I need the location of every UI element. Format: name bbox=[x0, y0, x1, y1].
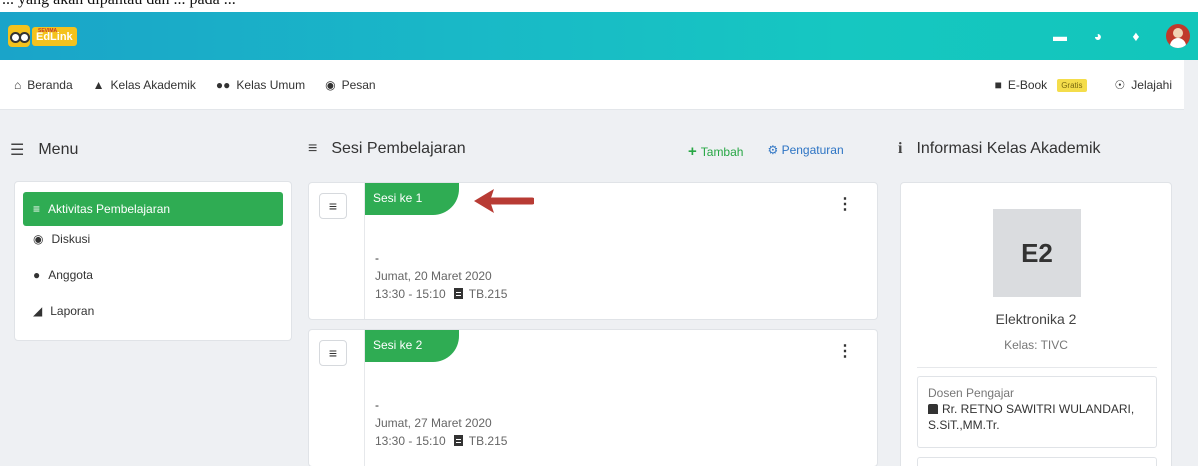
users-icon: ●● bbox=[215, 78, 231, 92]
sesi-menu-button[interactable]: ≡ bbox=[319, 340, 347, 366]
info-heading: i Informasi Kelas Akademik bbox=[898, 140, 1101, 157]
tambah-button[interactable]: + Tambah bbox=[688, 143, 743, 160]
menu-item-laporan[interactable]: ◢ Laporan bbox=[23, 298, 283, 324]
plus-icon: + bbox=[688, 143, 697, 160]
nav-item-ebook[interactable]: ■ E-Book Gratis bbox=[995, 78, 1087, 92]
sesi-menu-button[interactable]: ≡ bbox=[319, 193, 347, 219]
sesi-date: Jumat, 20 Maret 2020 bbox=[375, 269, 492, 283]
divider bbox=[917, 367, 1157, 368]
users-icon: ● bbox=[33, 268, 41, 282]
menu-item-aktivitas-pembelajaran[interactable]: ≡ Aktivitas Pembelajaran bbox=[23, 192, 283, 226]
hamburger-icon: ≡ bbox=[328, 345, 338, 361]
comments-icon: ◉ bbox=[33, 232, 44, 246]
dosen-name: Rr. RETNO SAWITRI WULANDARI, S.SiT.,MM.T… bbox=[928, 402, 1135, 432]
main-navbar: ⌂ Beranda ▲ Kelas Akademik ●● Kelas Umum… bbox=[0, 60, 1184, 110]
card-icon[interactable]: ▬ bbox=[1052, 28, 1068, 44]
gear-icon: ⚙ bbox=[767, 143, 779, 157]
menu-heading: ☰ Menu bbox=[10, 140, 79, 160]
sesi-time: 13:30 - 15:10 bbox=[375, 434, 446, 448]
owl-logo-icon bbox=[8, 25, 30, 47]
menu-card: ≡ Aktivitas Pembelajaran ◉ Diskusi ● Ang… bbox=[14, 181, 292, 341]
sesi-time: 13:30 - 15:10 bbox=[375, 287, 446, 301]
area-chart-icon: ◢ bbox=[33, 304, 43, 318]
teacher-icon bbox=[928, 404, 938, 414]
top-header: SEVIMA EdLink ▬ ◕ ♦ bbox=[0, 12, 1198, 60]
sesi-tab: Sesi ke 1 bbox=[365, 183, 459, 215]
menu-item-anggota[interactable]: ● Anggota bbox=[23, 262, 283, 288]
kebab-menu-icon[interactable]: ⋮ bbox=[837, 344, 853, 360]
pie-chart-icon[interactable]: ◕ bbox=[1090, 28, 1106, 44]
hamburger-icon[interactable]: ☰ bbox=[10, 140, 24, 160]
dosen-title: Dosen Pengajar bbox=[928, 386, 1015, 400]
checklist-icon: ≡ bbox=[308, 140, 318, 157]
avatar[interactable] bbox=[1166, 24, 1190, 48]
sesi-tab: Sesi ke 2 bbox=[365, 330, 459, 362]
course-name: Elektronika 2 bbox=[995, 311, 1077, 327]
sesi-room: TB.215 bbox=[468, 287, 508, 301]
bell-icon[interactable]: ♦ bbox=[1128, 28, 1144, 44]
menu-item-diskusi[interactable]: ◉ Diskusi bbox=[23, 226, 283, 252]
sesi-date: Jumat, 27 Maret 2020 bbox=[375, 416, 492, 430]
nav-item-kelas-akademik[interactable]: ▲ Kelas Akademik bbox=[93, 78, 196, 92]
sesi-card[interactable]: ≡ Sesi ke 2 ⋮ - Jumat, 27 Maret 2020 13:… bbox=[308, 329, 878, 466]
edlink-logo[interactable]: SEVIMA EdLink bbox=[8, 24, 77, 48]
kelas-label: Kelas: TIVC bbox=[1004, 338, 1068, 352]
book-icon: ■ bbox=[994, 78, 1002, 92]
course-code-thumbnail: E2 bbox=[993, 209, 1081, 297]
nav-item-pesan[interactable]: ◉ Pesan bbox=[325, 78, 376, 92]
home-icon: ⌂ bbox=[14, 78, 22, 92]
sesi-topic: - bbox=[375, 398, 379, 412]
nav-item-kelas-umum[interactable]: ●● Kelas Umum bbox=[216, 78, 305, 92]
gratis-badge: Gratis bbox=[1057, 78, 1087, 92]
comments-icon: ◉ bbox=[325, 78, 336, 92]
checklist-icon: ≡ bbox=[33, 202, 41, 216]
info-kelas-card: E2 Elektronika 2 Kelas: TIVC Dosen Penga… bbox=[900, 182, 1172, 466]
kebab-menu-icon[interactable]: ⋮ bbox=[837, 197, 853, 213]
nav-item-jelajahi[interactable]: ☉ Jelajahi bbox=[1115, 78, 1172, 92]
sesi-room: TB.215 bbox=[468, 434, 508, 448]
graduation-cap-icon: ▲ bbox=[92, 78, 105, 92]
document-caption-fragment: ... yang akan dipantau dan ... pada ... bbox=[0, 0, 1198, 12]
building-icon bbox=[453, 288, 463, 299]
globe-icon: ☉ bbox=[1114, 78, 1126, 92]
sesi-heading: ≡ Sesi Pembelajaran bbox=[308, 140, 466, 157]
nav-item-beranda[interactable]: ⌂ Beranda bbox=[14, 78, 73, 92]
info-next-box bbox=[917, 457, 1157, 466]
building-icon bbox=[453, 435, 463, 446]
logo-subtext: SEVIMA bbox=[38, 27, 58, 34]
hamburger-icon: ≡ bbox=[328, 198, 338, 214]
dosen-pengajar-box: Dosen Pengajar Rr. RETNO SAWITRI WULANDA… bbox=[917, 376, 1157, 448]
info-icon: i bbox=[898, 140, 903, 157]
red-arrow-annotation bbox=[474, 189, 534, 213]
sesi-topic: - bbox=[375, 251, 379, 265]
sesi-card[interactable]: ≡ Sesi ke 1 ⋮ - Jumat, 20 Maret 2020 13:… bbox=[308, 182, 878, 320]
pengaturan-button[interactable]: ⚙ Pengaturan bbox=[767, 143, 843, 160]
